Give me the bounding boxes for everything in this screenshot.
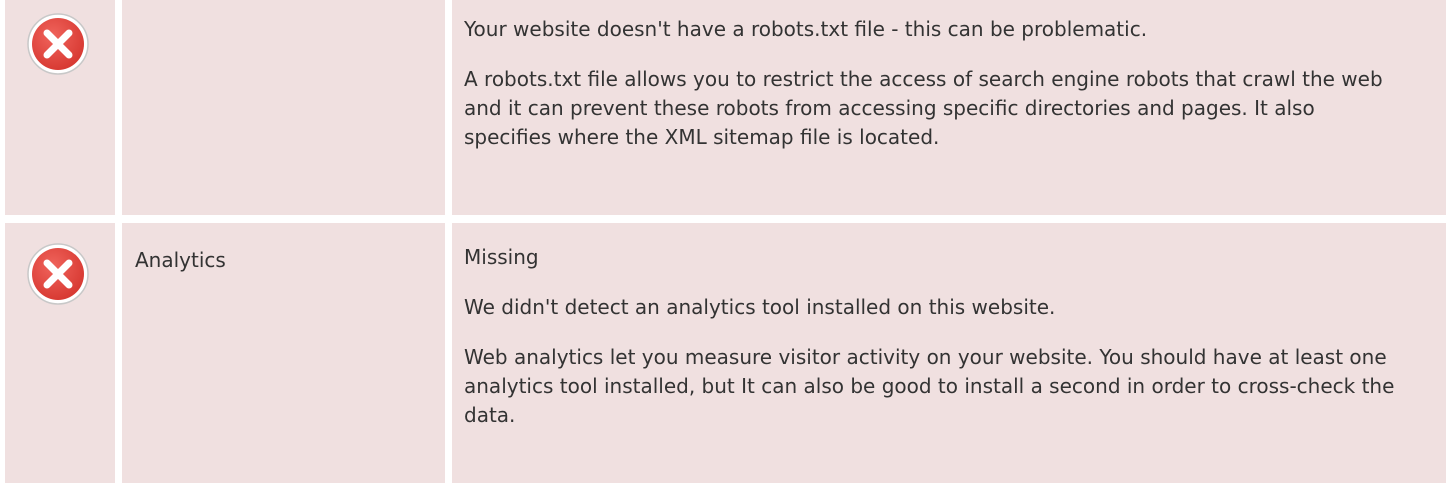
check-name-cell: Analytics: [122, 223, 445, 483]
error-x-icon: [27, 13, 89, 75]
result-explanation: Web analytics let you measure visitor ac…: [464, 345, 1395, 427]
check-result-cell: Your website doesn't have a robots.txt f…: [452, 0, 1446, 215]
status-cell: [5, 0, 115, 215]
check-description: Missing We didn't detect an analytics to…: [464, 243, 1396, 430]
result-summary: Your website doesn't have a robots.txt f…: [464, 17, 1148, 41]
seo-report-table: Your website doesn't have a robots.txt f…: [0, 0, 1446, 483]
report-row-robots: Your website doesn't have a robots.txt f…: [0, 0, 1446, 215]
check-description: Your website doesn't have a robots.txt f…: [464, 15, 1396, 152]
check-name: Analytics: [135, 248, 226, 272]
error-x-icon: [27, 243, 89, 305]
result-status: Missing: [464, 245, 539, 269]
report-row-analytics: Analytics Missing We didn't detect an an…: [0, 223, 1446, 483]
result-summary: We didn't detect an analytics tool insta…: [464, 295, 1056, 319]
check-name-cell: [122, 0, 445, 215]
check-result-cell: Missing We didn't detect an analytics to…: [452, 223, 1446, 483]
status-cell: [5, 223, 115, 483]
result-explanation: A robots.txt file allows you to restrict…: [464, 67, 1383, 149]
